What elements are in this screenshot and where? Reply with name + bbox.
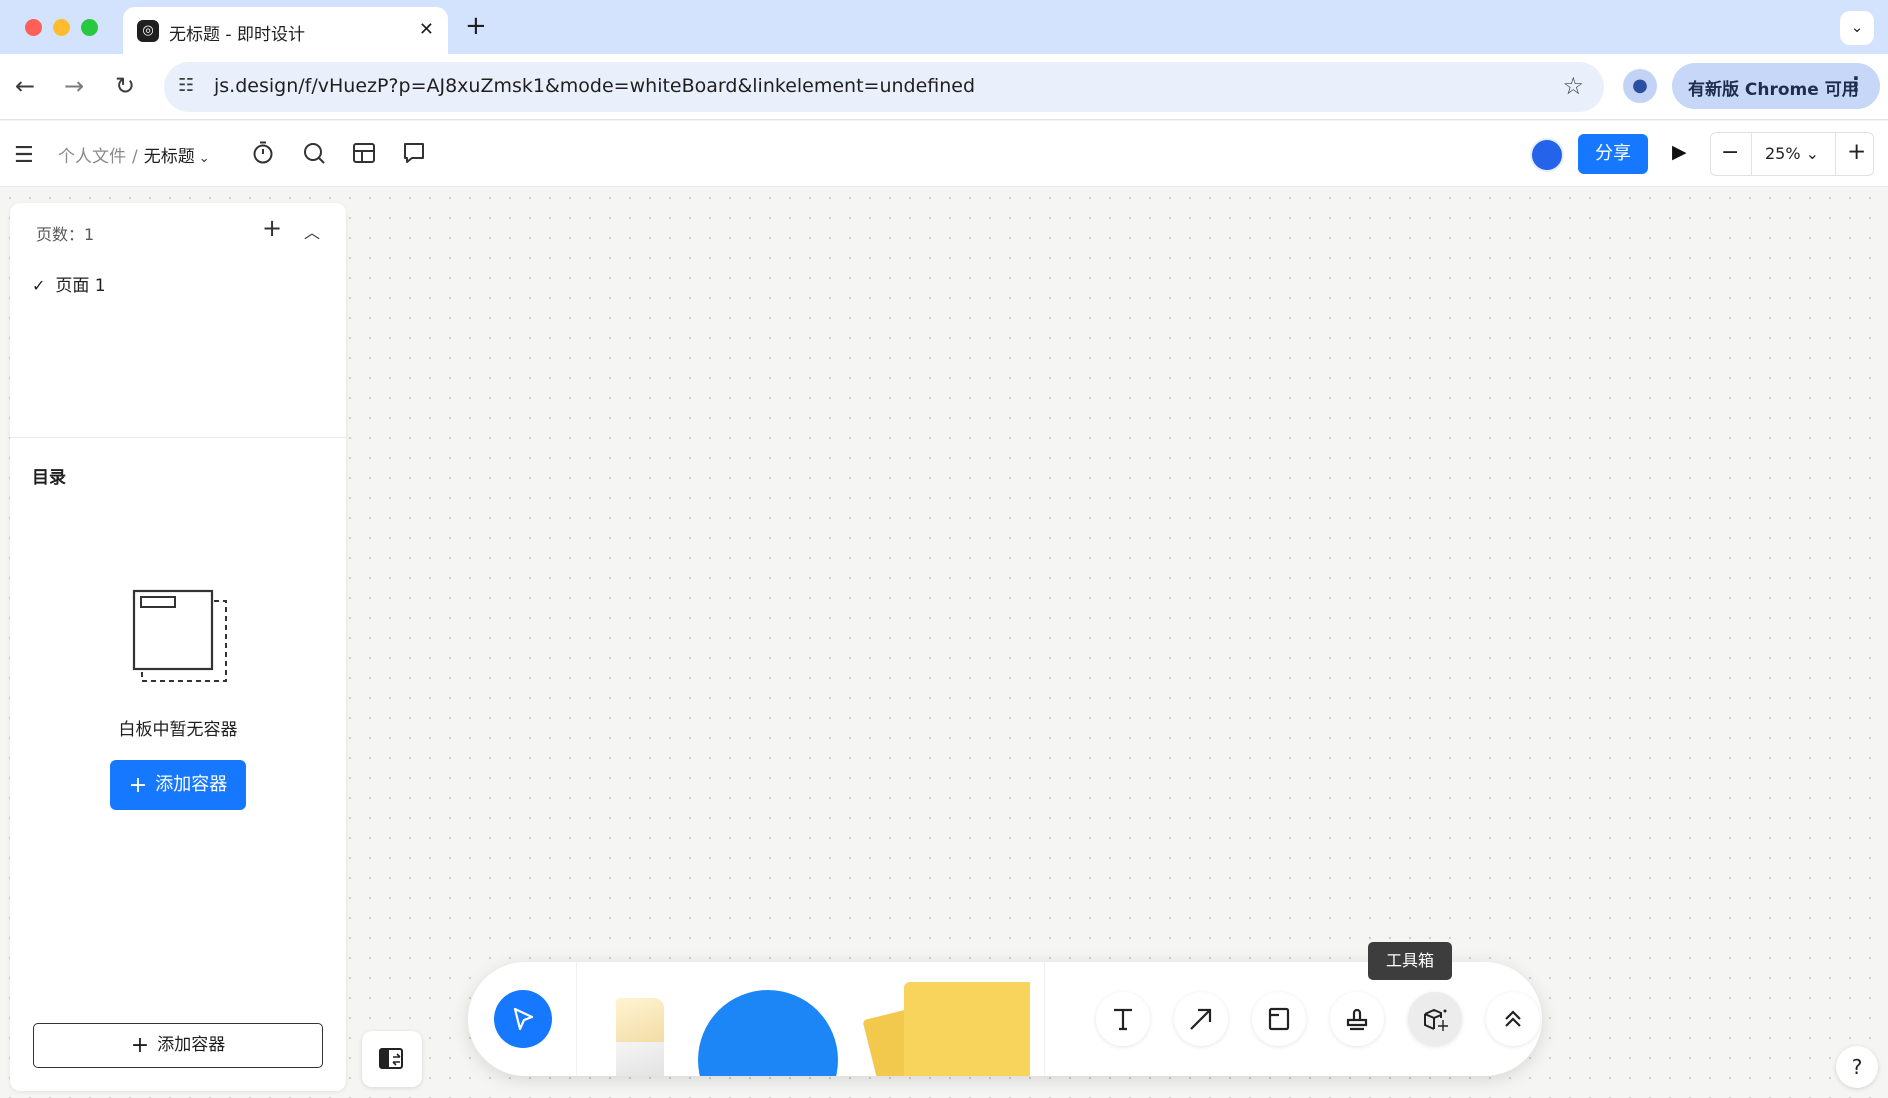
divider bbox=[1751, 133, 1752, 175]
stamp-tool[interactable] bbox=[1330, 992, 1384, 1046]
left-panel: 页数：1 + ︿ ✓ 页面 1 目录 白板中暂无容器 + 添加容器 + 添加容器 bbox=[10, 203, 346, 1091]
arrow-right-icon[interactable]: → bbox=[64, 72, 84, 100]
zoom-out-button[interactable]: − bbox=[1721, 140, 1739, 165]
add-page-button[interactable]: + bbox=[262, 214, 282, 242]
cube-icon bbox=[1424, 1008, 1448, 1031]
chevron-down-icon[interactable]: ⌄ bbox=[1840, 11, 1874, 45]
breadcrumb-parent[interactable]: 个人文件 bbox=[58, 147, 126, 167]
arrow-icon bbox=[1190, 1008, 1212, 1030]
browser-tab-strip: ◎ 无标题 - 即时设计 ✕ + ⌄ bbox=[0, 0, 1888, 54]
add-container-footer-button[interactable]: + 添加容器 bbox=[33, 1023, 323, 1068]
share-button[interactable]: 分享 bbox=[1578, 134, 1648, 174]
divider bbox=[1044, 962, 1045, 1076]
breadcrumb: 个人文件 / 无标题 ⌄ bbox=[58, 142, 210, 167]
frame-icon bbox=[1268, 1007, 1290, 1031]
new-tab-button[interactable]: + bbox=[465, 12, 487, 40]
arrow-left-icon[interactable]: ← bbox=[15, 72, 35, 100]
update-label: 有新版 Chrome 可用 bbox=[1688, 80, 1859, 100]
zoom-control: − 25% ⌄ + bbox=[1710, 132, 1874, 176]
app-header: ☰ 个人文件 / 无标题 ⌄ 分享 ▶ − 25% ⌄ + bbox=[0, 121, 1888, 187]
toolbox-tooltip: 工具箱 bbox=[1368, 942, 1452, 980]
shape-tool[interactable] bbox=[698, 990, 838, 1076]
add-container-footer-label: 添加容器 bbox=[157, 1035, 226, 1055]
plus-icon: + bbox=[130, 1033, 150, 1058]
browser-toolbar: ← → ↻ ☷ js.design/f/vHuezP?p=AJ8xuZmsk1&… bbox=[0, 54, 1888, 120]
kebab-menu-icon[interactable]: ⋮ bbox=[1846, 72, 1866, 96]
window-zoom-button[interactable] bbox=[81, 19, 98, 36]
browser-tab-active[interactable]: ◎ 无标题 - 即时设计 ✕ bbox=[123, 7, 448, 54]
add-container-label: 添加容器 bbox=[155, 774, 228, 795]
sticky-note-tool[interactable] bbox=[904, 982, 1030, 1076]
text-tool[interactable] bbox=[1096, 992, 1150, 1046]
star-icon[interactable]: ☆ bbox=[1562, 72, 1584, 100]
window-minimize-button[interactable] bbox=[53, 19, 70, 36]
chevron-double-up-icon bbox=[1505, 1010, 1521, 1027]
url-text[interactable]: js.design/f/vHuezP?p=AJ8xuZmsk1&mode=whi… bbox=[214, 75, 975, 97]
tab-title: 无标题 - 即时设计 bbox=[169, 25, 305, 45]
chrome-update-button[interactable]: 有新版 Chrome 可用 ⋮ bbox=[1672, 63, 1880, 109]
chevron-down-icon: ⌄ bbox=[1805, 144, 1820, 163]
empty-container-icon bbox=[132, 589, 230, 685]
panel-toggle-button[interactable] bbox=[362, 1031, 422, 1087]
help-button[interactable]: ? bbox=[1836, 1046, 1878, 1088]
chevron-up-icon[interactable]: ︿ bbox=[304, 219, 320, 243]
arrow-tool[interactable] bbox=[1174, 992, 1228, 1046]
address-bar[interactable]: ☷ js.design/f/vHuezP?p=AJ8xuZmsk1&mode=w… bbox=[164, 62, 1604, 112]
play-icon[interactable]: ▶ bbox=[1672, 141, 1687, 163]
divider bbox=[10, 437, 346, 438]
panel-swap-icon bbox=[379, 1048, 403, 1069]
reload-icon[interactable]: ↻ bbox=[115, 72, 135, 100]
eraser-icon bbox=[616, 998, 664, 1042]
site-logo-icon: ◎ bbox=[137, 20, 159, 42]
page-label: 页面 1 bbox=[55, 276, 106, 296]
text-icon bbox=[1114, 1008, 1132, 1031]
file-title[interactable]: 无标题 bbox=[144, 147, 195, 167]
more-tools-button[interactable] bbox=[1486, 992, 1540, 1046]
divider bbox=[576, 962, 577, 1076]
comment-icon[interactable] bbox=[400, 139, 428, 167]
select-tool[interactable] bbox=[494, 990, 552, 1048]
breadcrumb-separator: / bbox=[132, 147, 138, 167]
empty-state-text: 白板中暂无容器 bbox=[118, 720, 238, 740]
plus-icon: + bbox=[128, 773, 148, 798]
check-icon: ✓ bbox=[32, 276, 46, 295]
zoom-in-button[interactable]: + bbox=[1847, 139, 1866, 165]
page-list-item[interactable]: ✓ 页面 1 bbox=[32, 271, 106, 296]
tune-icon[interactable]: ☷ bbox=[178, 75, 194, 96]
timer-icon[interactable] bbox=[249, 139, 277, 167]
search-icon[interactable] bbox=[300, 139, 328, 167]
tab-close-icon[interactable]: ✕ bbox=[419, 19, 434, 40]
zoom-level-value: 25% bbox=[1765, 144, 1801, 163]
zoom-level-dropdown[interactable]: 25% ⌄ bbox=[1765, 144, 1819, 163]
add-container-button[interactable]: + 添加容器 bbox=[110, 760, 246, 810]
eraser-tool[interactable] bbox=[616, 998, 664, 1076]
toolbox-tool[interactable] bbox=[1408, 992, 1462, 1046]
stamp-icon bbox=[1346, 1008, 1368, 1031]
divider bbox=[1835, 133, 1836, 175]
cursor-icon bbox=[513, 1007, 534, 1031]
frame-tool[interactable] bbox=[1252, 992, 1306, 1046]
chevron-down-icon[interactable]: ⌄ bbox=[199, 151, 210, 166]
person-icon[interactable]: ● bbox=[1623, 69, 1657, 103]
window-close-button[interactable] bbox=[25, 19, 42, 36]
avatar[interactable] bbox=[1530, 138, 1564, 172]
pages-count-label: 页数：1 bbox=[36, 225, 95, 244]
layout-icon[interactable] bbox=[350, 139, 378, 167]
menu-icon[interactable]: ☰ bbox=[14, 143, 34, 168]
toc-title: 目录 bbox=[32, 468, 66, 488]
